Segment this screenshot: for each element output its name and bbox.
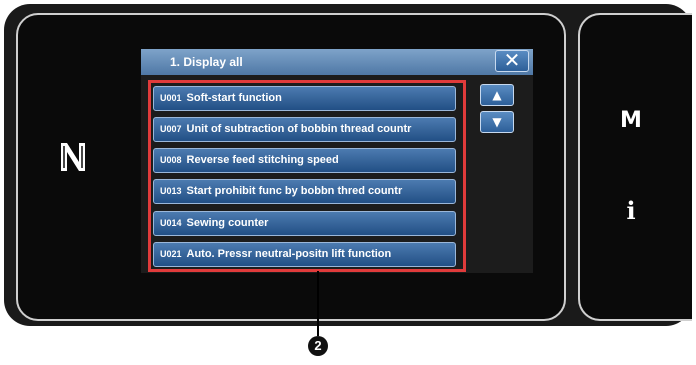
list-item[interactable]: U007 Unit of subtraction of bobbin thread… [153,117,456,142]
close-button[interactable]: ✕ [495,50,529,72]
scroll-up-button[interactable]: ▲ [480,84,514,106]
item-label: Start prohibit func by bobbn thred count… [186,185,403,197]
item-code: U014 [160,218,182,228]
item-code: U013 [160,186,182,196]
list-item[interactable]: U013 Start prohibit func by bobbn thred c… [153,179,456,204]
info-button[interactable]: i [611,196,651,225]
item-code: U008 [160,155,182,165]
item-label: Reverse feed stitching speed [186,154,339,166]
item-code: U007 [160,124,182,134]
panel-title: 1. Display all [170,55,243,69]
item-label: Sewing counter [186,217,269,229]
nfc-icon [61,143,85,171]
item-code: U021 [160,249,182,259]
callout-leader-line [317,271,319,336]
m-button[interactable]: M [611,108,651,133]
side-button-panel [578,13,692,321]
item-label: Unit of subtraction of bobbin thread cou… [186,123,412,135]
list-item[interactable]: U001 Soft-start function [153,86,456,111]
scroll-down-button[interactable]: ▼ [480,111,514,133]
list-item[interactable]: U014 Sewing counter [153,211,456,236]
item-code: U001 [160,93,182,103]
callout-number: 2 [308,336,328,356]
list-item[interactable]: U021 Auto. Pressr neutral-positn lift fun… [153,242,456,267]
item-label: Soft-start function [186,92,282,104]
item-label: Auto. Pressr neutral-positn lift functio… [186,248,392,260]
list-item[interactable]: U008 Reverse feed stitching speed [153,148,456,173]
